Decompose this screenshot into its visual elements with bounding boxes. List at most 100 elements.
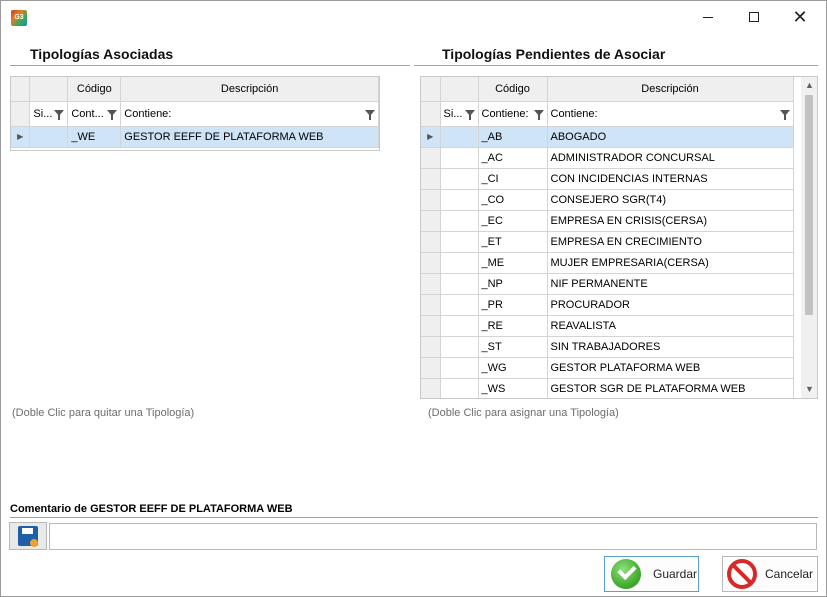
cell-codigo[interactable]: _RE [478, 315, 548, 337]
cell-descripcion[interactable]: EMPRESA EN CRECIMIENTO [547, 231, 794, 253]
cell-si[interactable] [440, 294, 479, 316]
cell-si[interactable] [440, 336, 479, 358]
cell-si[interactable] [440, 168, 479, 190]
app-icon: G3 [11, 10, 27, 26]
cell-si[interactable] [440, 357, 479, 379]
cell-descripcion[interactable]: SIN TRABAJADORES [547, 336, 794, 358]
close-button[interactable]: ✕ [777, 1, 823, 33]
maximize-button[interactable] [731, 1, 777, 33]
cell-descripcion[interactable]: GESTOR PLATAFORMA WEB [547, 357, 794, 379]
cell-codigo[interactable]: _AB [478, 126, 548, 148]
cell-descripcion[interactable]: CONSEJERO SGR(T4) [547, 189, 794, 211]
column-header-si [440, 77, 479, 102]
cell-codigo[interactable]: _ST [478, 336, 548, 358]
filter-si[interactable]: Si... [440, 101, 479, 127]
cell-si[interactable] [440, 273, 479, 295]
cell-descripcion[interactable]: REAVALISTA [547, 315, 794, 337]
cell-si[interactable] [440, 315, 479, 337]
column-header-codigo[interactable]: Código [67, 77, 122, 102]
cell-descripcion[interactable]: GESTOR SGR DE PLATAFORMA WEB [547, 378, 794, 398]
save-button-label: Guardar [653, 567, 698, 581]
filter-descripcion[interactable]: Contiene: [547, 101, 794, 127]
cell-codigo[interactable]: _NP [478, 273, 548, 295]
table-row[interactable]: ▶ _WE GESTOR EEFF DE PLATAFORMA WEB [11, 126, 379, 148]
table-row[interactable]: _PR PROCURADOR [421, 294, 794, 316]
cell-descripcion[interactable]: ABOGADO [547, 126, 794, 148]
cell-si[interactable] [440, 378, 479, 398]
filter-funnel-icon[interactable] [107, 109, 118, 120]
cell-codigo[interactable]: _EC [478, 210, 548, 232]
filter-si[interactable]: Si... [29, 101, 69, 127]
cell-descripcion[interactable]: CON INCIDENCIAS INTERNAS [547, 168, 794, 190]
left-panel-hint: (Doble Clic para quitar una Tipología) [12, 407, 195, 419]
table-row[interactable]: _CO CONSEJERO SGR(T4) [421, 189, 794, 211]
pending-grid: Código Descripción Si... Contiene: Conti… [420, 76, 818, 399]
scroll-thumb[interactable] [805, 95, 813, 315]
minimize-icon [703, 16, 713, 18]
row-pointer-icon: ▶ [11, 126, 31, 148]
cell-codigo[interactable]: _ME [478, 252, 548, 274]
table-row[interactable]: _RE REAVALISTA [421, 315, 794, 337]
table-row[interactable]: _ST SIN TRABAJADORES [421, 336, 794, 358]
table-row[interactable]: _CI CON INCIDENCIAS INTERNAS [421, 168, 794, 190]
row-indicator-header [11, 77, 31, 102]
table-row[interactable]: _NP NIF PERMANENTE [421, 273, 794, 295]
cell-descripcion[interactable]: PROCURADOR [547, 294, 794, 316]
cell-si[interactable] [440, 252, 479, 274]
cell-codigo[interactable]: _CO [478, 189, 548, 211]
cell-descripcion[interactable]: NIF PERMANENTE [547, 273, 794, 295]
table-row[interactable]: ▶ _AB ABOGADO [421, 126, 794, 148]
cell-descripcion[interactable]: EMPRESA EN CRISIS(CERSA) [547, 210, 794, 232]
table-row[interactable]: _WG GESTOR PLATAFORMA WEB [421, 357, 794, 379]
cancel-button[interactable]: Cancelar [722, 556, 818, 592]
cell-si[interactable] [440, 231, 479, 253]
vertical-scrollbar[interactable]: ▲ ▼ [801, 77, 817, 398]
cell-codigo[interactable]: _PR [478, 294, 548, 316]
cell-si[interactable] [440, 147, 479, 169]
cell-descripcion[interactable]: ADMINISTRADOR CONCURSAL [547, 147, 794, 169]
column-header-descripcion[interactable]: Descripción [547, 77, 794, 102]
dialog-window: G3 ✕ Tipologías Asociadas Código Descrip… [0, 0, 827, 597]
filter-funnel-icon[interactable] [779, 109, 790, 120]
table-row[interactable]: _ME MUJER EMPRESARIA(CERSA) [421, 252, 794, 274]
row-indicator [421, 147, 441, 169]
cell-descripcion[interactable]: MUJER EMPRESARIA(CERSA) [547, 252, 794, 274]
scroll-down-icon[interactable]: ▼ [801, 381, 817, 398]
table-row[interactable]: _AC ADMINISTRADOR CONCURSAL [421, 147, 794, 169]
filter-funnel-icon[interactable] [533, 109, 544, 120]
table-row[interactable]: _WS GESTOR SGR DE PLATAFORMA WEB [421, 378, 794, 398]
cell-codigo[interactable]: _AC [478, 147, 548, 169]
table-row[interactable]: _ET EMPRESA EN CRECIMIENTO [421, 231, 794, 253]
column-header-codigo[interactable]: Código [478, 77, 548, 102]
maximize-icon [749, 12, 759, 22]
column-header-si [29, 77, 69, 102]
cell-si[interactable] [29, 126, 69, 148]
cell-codigo[interactable]: _WE [67, 126, 122, 148]
filter-descripcion[interactable]: Contiene: [120, 101, 379, 127]
right-panel-hint: (Doble Clic para asignar una Tipología) [428, 407, 619, 419]
comment-input[interactable] [49, 523, 817, 550]
row-indicator [421, 336, 441, 358]
filter-funnel-icon[interactable] [464, 109, 475, 120]
cell-descripcion[interactable]: GESTOR EEFF DE PLATAFORMA WEB [120, 126, 379, 148]
cell-si[interactable] [440, 126, 479, 148]
column-header-descripcion[interactable]: Descripción [120, 77, 379, 102]
cell-codigo[interactable]: _WG [478, 357, 548, 379]
cell-si[interactable] [440, 189, 479, 211]
cell-codigo[interactable]: _WS [478, 378, 548, 398]
cell-codigo[interactable]: _ET [478, 231, 548, 253]
save-button[interactable]: Guardar [604, 556, 699, 592]
row-indicator [421, 189, 441, 211]
left-panel-title: Tipologías Asociadas [30, 46, 174, 62]
scroll-up-icon[interactable]: ▲ [801, 77, 817, 94]
filter-codigo[interactable]: Contiene: [478, 101, 548, 127]
save-comment-button[interactable] [9, 522, 47, 550]
minimize-button[interactable] [685, 1, 731, 33]
table-row[interactable]: _EC EMPRESA EN CRISIS(CERSA) [421, 210, 794, 232]
cell-codigo[interactable]: _CI [478, 168, 548, 190]
filter-funnel-icon[interactable] [54, 109, 65, 120]
cell-si[interactable] [440, 210, 479, 232]
left-panel-divider [10, 65, 410, 66]
filter-codigo[interactable]: Cont... [67, 101, 122, 127]
filter-funnel-icon[interactable] [365, 109, 375, 120]
